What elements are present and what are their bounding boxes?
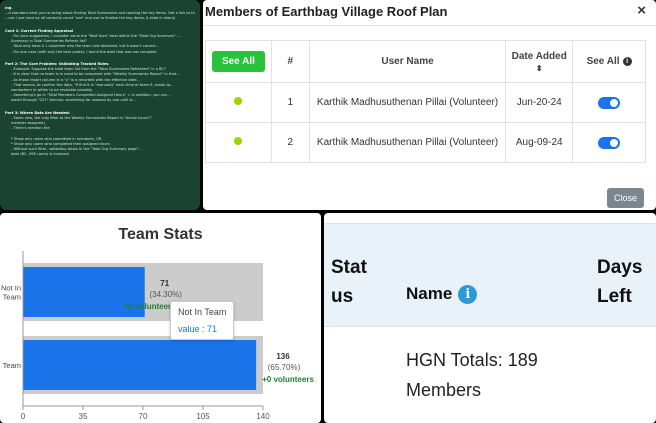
table-row: 1 Karthik Madhusuthenan Pillai (Voluntee… [205, 82, 646, 123]
header-see-all: See All i [572, 40, 646, 83]
members-table: See All # User Name Date Added ⬍ See All… [205, 40, 646, 163]
status-indicator-icon [234, 97, 243, 105]
document-line: ...ces I use have by all correctly count… [5, 16, 176, 21]
data-label-percent: (34.30%) [149, 290, 182, 299]
tooltip-title: Not In Team [178, 307, 227, 317]
visibility-toggle[interactable] [598, 136, 621, 149]
hgn-totals: HGN Totals: 189 Members [406, 350, 538, 400]
tooltip-value: value : 71 [178, 324, 218, 334]
members-summary-panel: Stat us Name i Days Left HGN Totals: 189 … [324, 213, 656, 423]
data-label-volunteers: +0 volunteers [262, 375, 314, 384]
info-icon[interactable]: i [622, 56, 632, 66]
header-name: Name i [406, 284, 478, 305]
team-stats-panel: Team Stats Not In Team 71 (34.30%) +0 volunt… [0, 213, 321, 423]
see-all-label: See All [586, 56, 620, 67]
screenshot-collage: ing. ...d standard what you're doing abou… [0, 0, 656, 423]
chart-tooltip: Not In Team value : 71 [170, 301, 235, 340]
x-tick-label: 70 [139, 412, 148, 421]
date-added: Jun-20-24 [505, 82, 574, 123]
header-date-added[interactable]: Date Added ⬍ [505, 40, 574, 83]
data-label-volunteers: +0 volunteers [124, 302, 176, 311]
row-number: 1 [270, 82, 310, 123]
close-icon[interactable]: × [637, 2, 646, 19]
header-days-left: Days Left [597, 257, 643, 307]
table-header-row: See All # User Name Date Added ⬍ See All… [205, 40, 646, 83]
row-number: 2 [270, 122, 310, 163]
table-row: 2 Karthik Madhusuthenan Pillai (Voluntee… [205, 122, 646, 163]
visibility-toggle[interactable] [598, 96, 621, 109]
category-label: Not In [1, 284, 21, 293]
status-cell [205, 82, 272, 123]
modal-title: Members of Earthbag Village Roof Plan [205, 4, 448, 19]
header-user-name: User Name [308, 40, 507, 83]
info-icon[interactable]: i [458, 285, 478, 305]
x-tick-label: 0 [21, 412, 26, 421]
see-all-button[interactable]: See All [211, 51, 265, 72]
header-number: # [270, 40, 310, 83]
header-see-all-cell: See All [205, 40, 272, 83]
modal-divider [203, 25, 656, 26]
category-label: Team [3, 293, 21, 302]
data-label-value: 71 [160, 279, 169, 288]
data-label-value: 136 [276, 352, 290, 361]
close-button[interactable]: Close [606, 188, 644, 208]
date-added-label: Date Added [511, 50, 567, 62]
bar-in-team[interactable] [23, 340, 257, 390]
status-indicator-icon [234, 137, 243, 145]
user-name: Karthik Madhusuthenan Pillai (Volunteer) [308, 82, 507, 123]
document-line: - It is clear that no team is in need to… [11, 72, 180, 77]
x-tick-label: 35 [79, 412, 88, 421]
x-tick-label: 105 [196, 412, 210, 421]
document-panel: ing. ...d standard what you're doing abou… [0, 0, 200, 210]
team-stats-chart: Not InTeam71(34.30%)+0 volunteersTeam136… [1, 251, 314, 421]
x-tick-label: 140 [256, 412, 270, 421]
date-added: Aug-09-24 [505, 122, 574, 163]
data-label-percent: (65.70%) [268, 363, 301, 372]
sort-icon[interactable]: ⬍ [506, 64, 572, 73]
name-label: Name [406, 284, 453, 303]
members-modal: Members of Earthbag Village Roof Plan × … [203, 0, 656, 210]
visibility-toggle-cell [572, 122, 646, 163]
visibility-toggle-cell [572, 82, 646, 123]
user-name: Karthik Madhusuthenan Pillai (Volunteer) [308, 122, 507, 163]
document-line: data (BC, HSE users) is involved [11, 152, 69, 157]
header-status: Stat us [331, 257, 367, 307]
category-label: Team [3, 361, 21, 370]
status-cell [205, 122, 272, 163]
